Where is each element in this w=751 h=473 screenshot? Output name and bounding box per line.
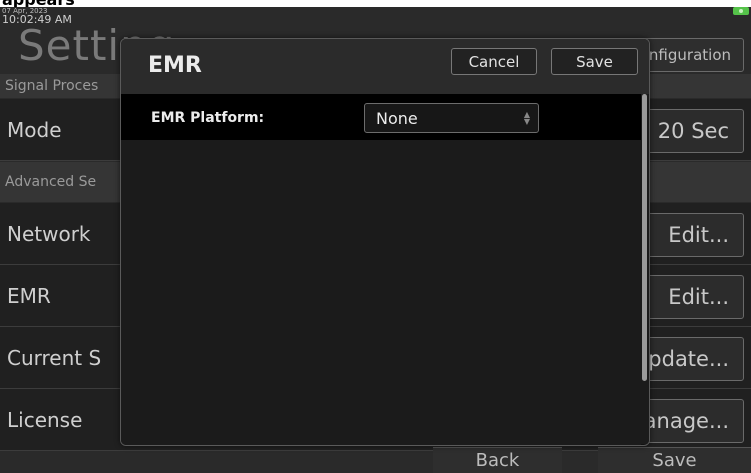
dialog-title: EMR bbox=[148, 53, 202, 78]
dialog-header: EMR Cancel Save bbox=[121, 39, 649, 94]
settings-screen: 07 Apr, 2023 10:02:49 AM Setting nfigura… bbox=[0, 7, 751, 473]
back-button[interactable]: Back bbox=[433, 447, 562, 473]
caption-fragment: appears bbox=[2, 0, 75, 7]
network-label: Network bbox=[7, 221, 91, 246]
emr-dialog: EMR Cancel Save EMR Platform: None ▲ ▼ bbox=[120, 38, 650, 446]
emr-platform-row: EMR Platform: None ▲ ▼ bbox=[121, 94, 641, 140]
mode-label: Mode bbox=[7, 117, 62, 142]
dialog-scrollbar[interactable] bbox=[641, 94, 649, 444]
emr-platform-value: None bbox=[376, 108, 418, 128]
save-settings-button[interactable]: Save bbox=[598, 447, 751, 473]
dialog-body bbox=[121, 140, 641, 445]
license-label: License bbox=[7, 407, 83, 432]
current-software-label: Current S bbox=[7, 345, 102, 370]
battery-icon bbox=[733, 7, 749, 15]
cropped-caption: appears bbox=[0, 0, 751, 7]
save-button[interactable]: Save bbox=[551, 48, 638, 75]
select-arrows-icon: ▲ ▼ bbox=[523, 110, 530, 126]
cancel-button[interactable]: Cancel bbox=[451, 48, 537, 75]
scrollbar-thumb[interactable] bbox=[642, 94, 647, 381]
emr-platform-label: EMR Platform: bbox=[151, 110, 265, 126]
emr-label: EMR bbox=[7, 283, 51, 308]
emr-platform-select[interactable]: None ▲ ▼ bbox=[364, 103, 539, 133]
